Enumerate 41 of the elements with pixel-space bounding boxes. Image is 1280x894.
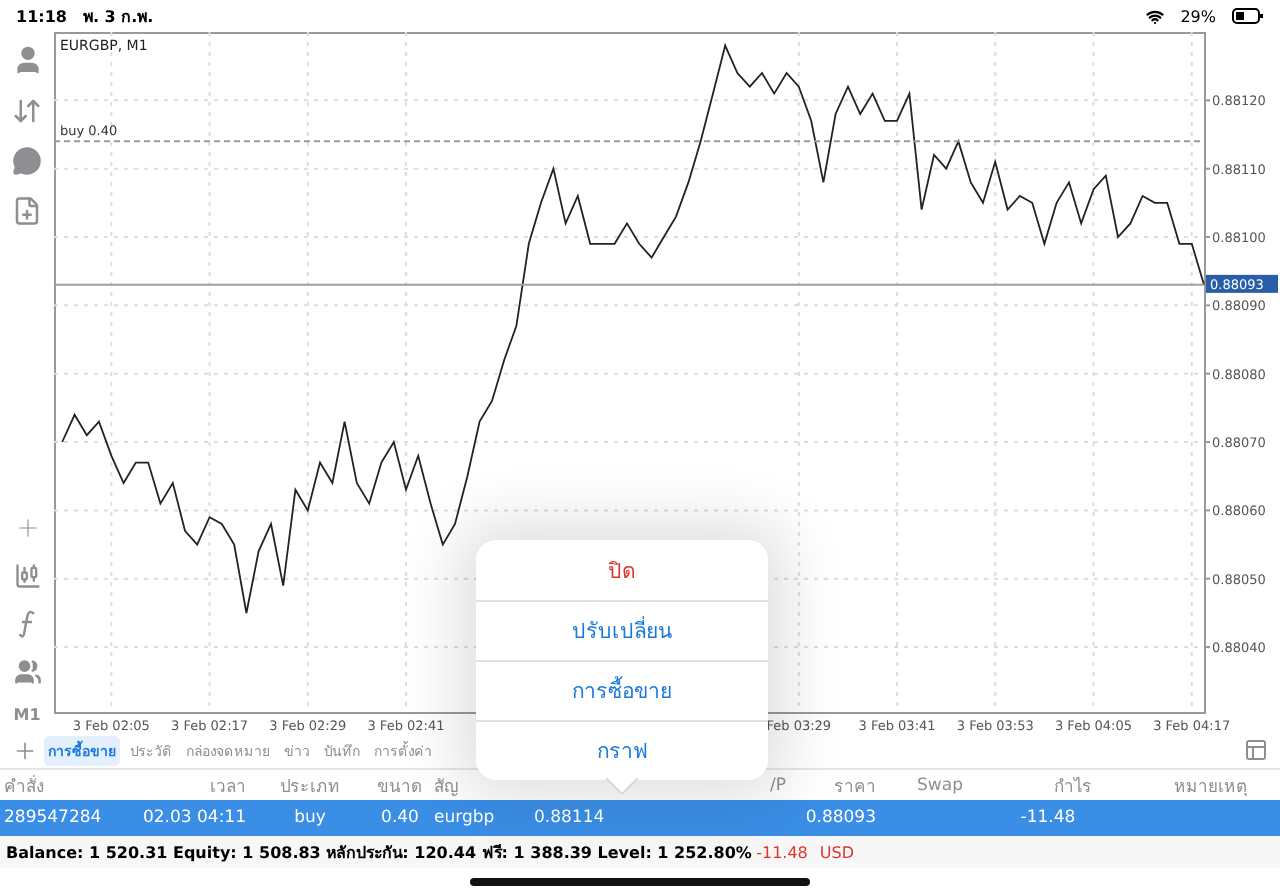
currency-label: USD	[819, 843, 854, 861]
account-summary: Balance: 1 520.31 Equity: 1 508.83 หลักประกัน: 120.44 ฟรี: 1 388.39 Level: 1 252.80%	[6, 841, 752, 865]
new-document-icon[interactable]	[12, 196, 42, 226]
candlestick-icon[interactable]	[13, 562, 41, 590]
arrows-icon[interactable]	[12, 96, 42, 126]
column-header: เวลา	[208, 775, 248, 799]
people-icon[interactable]	[13, 658, 41, 686]
battery-level: 29%	[1180, 7, 1216, 25]
column-header: สัญ	[432, 775, 460, 799]
wifi-icon	[1146, 7, 1165, 25]
layout-icon[interactable]	[1244, 738, 1268, 762]
add-icon[interactable]	[12, 737, 38, 763]
menu-item[interactable]: ปิด	[476, 540, 768, 600]
column-header: Swap	[915, 775, 965, 795]
column-header: หมายเหตุ	[1172, 775, 1250, 799]
column-header: กำไร	[1052, 774, 1094, 799]
table-row[interactable]: 289547284 02.03 04:11 buy 0.40 eurgbp 0.88114 0.88093 -11.48	[0, 800, 1280, 836]
function-icon[interactable]	[17, 610, 37, 638]
crosshair-icon[interactable]	[13, 514, 41, 542]
table-cell-text: 0.88114	[532, 808, 600, 828]
column-header: ขนาด	[375, 775, 425, 799]
column-header: ราคา	[832, 775, 878, 799]
table-cell-text: 02.03 04:11	[140, 808, 248, 828]
status-date: พ. 3 ก.พ.	[82, 5, 154, 29]
table-cell-text: eurgbp	[432, 808, 497, 828]
column-header: คำสั่ง	[2, 772, 46, 799]
menu-item[interactable]: การซื้อขาย	[476, 660, 768, 720]
column-header: ประเภท	[278, 775, 342, 799]
table-cell-text: 289547284	[2, 808, 104, 828]
total-profit: -11.48	[756, 843, 808, 861]
status-time: 11:18	[16, 7, 67, 25]
chat-icon[interactable]	[12, 146, 42, 176]
user-icon[interactable]	[11, 44, 43, 76]
battery-icon	[1232, 8, 1264, 24]
menu-item[interactable]: ปรับเปลี่ยน	[476, 600, 768, 660]
column-header: /P	[768, 775, 788, 795]
table-cell-text: buy	[292, 808, 328, 828]
table-cell-text: -11.48	[1018, 808, 1078, 828]
table-cell-text: 0.40	[379, 808, 421, 828]
table-cell-text: 0.88093	[803, 808, 878, 828]
timeframe-label[interactable]: M1	[13, 706, 41, 724]
